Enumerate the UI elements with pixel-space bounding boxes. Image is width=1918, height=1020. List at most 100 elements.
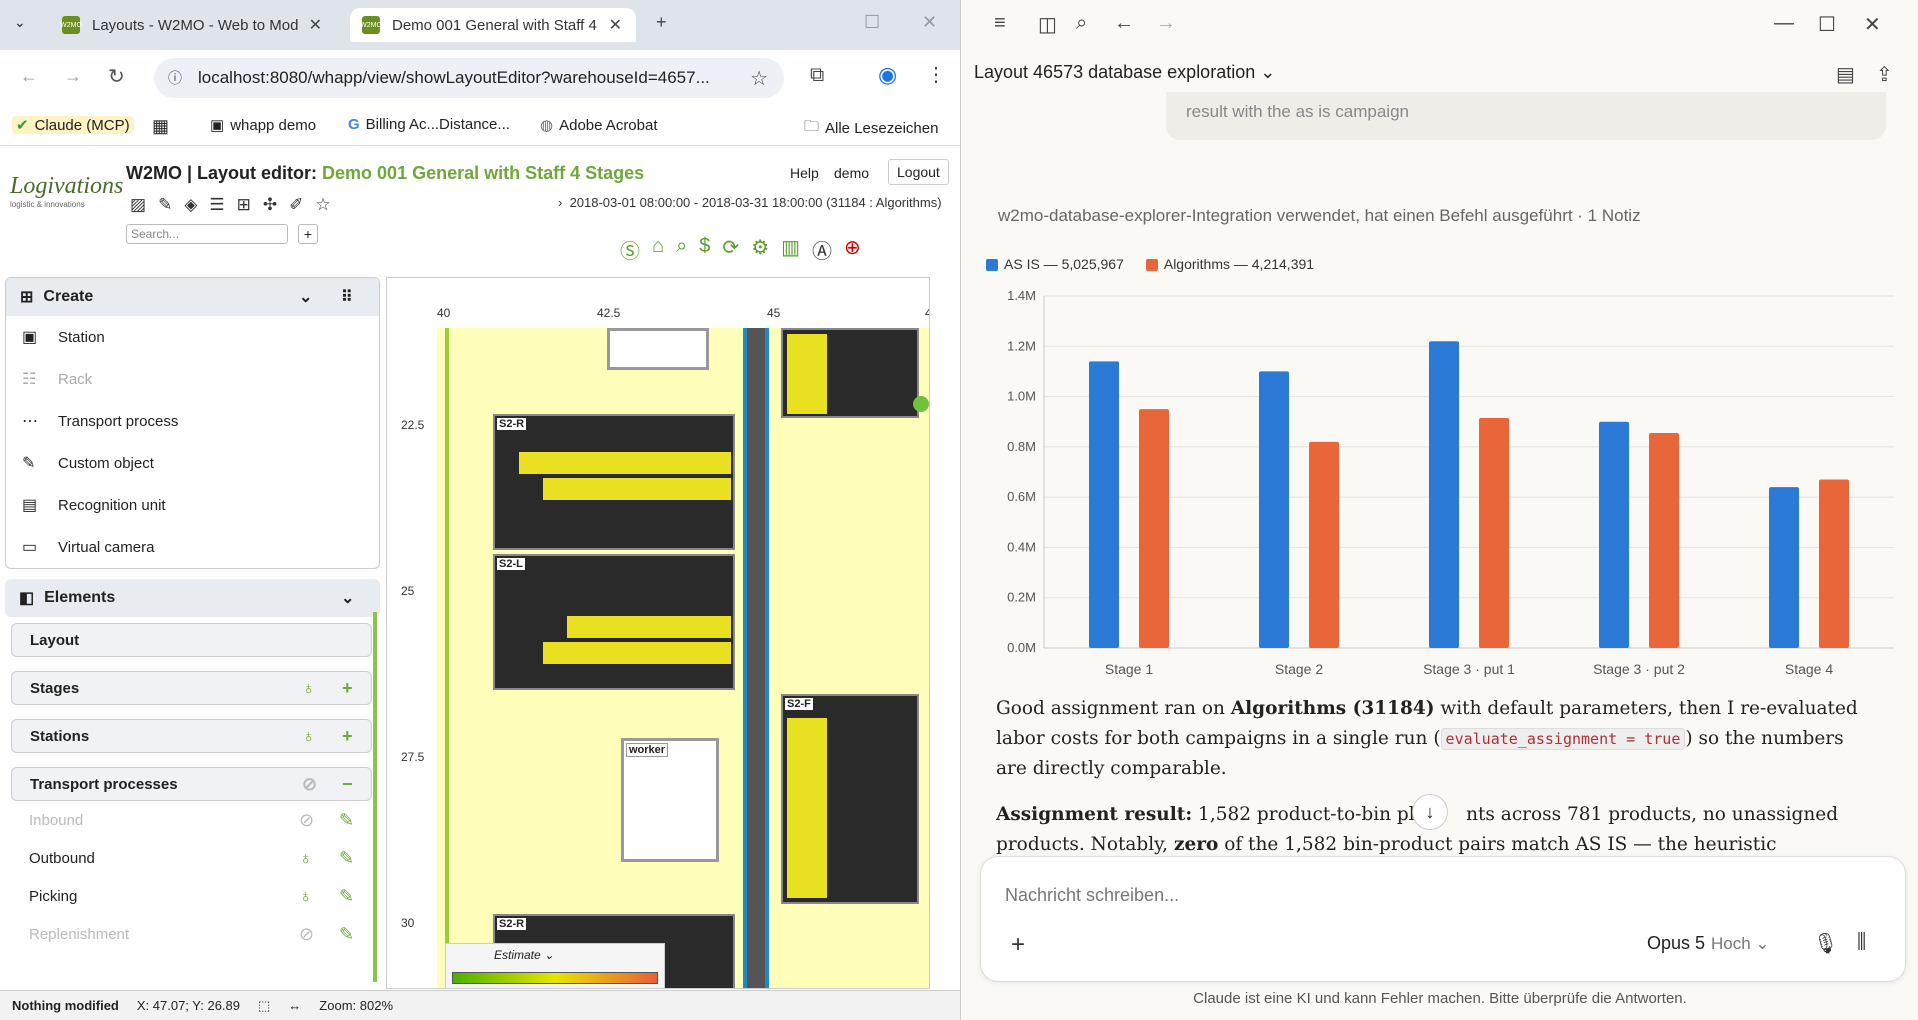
dollar-icon[interactable]: $ [699, 235, 710, 264]
share-icon[interactable]: ⇪ [1876, 62, 1893, 87]
bookmark-star-icon[interactable]: ☆ [750, 66, 768, 91]
picking-row[interactable]: Picking ♁ ✎ [5, 877, 380, 915]
conversation-title[interactable]: Layout 46573 database exploration ⌄ [974, 62, 1275, 83]
list-icon[interactable]: ☰ [209, 195, 224, 215]
worker-area[interactable]: worker [621, 738, 719, 862]
transport-processes-row[interactable]: Transport processes ⊘ − [11, 767, 372, 801]
voice-mode-icon[interactable]: ⫼ [1857, 931, 1866, 954]
profile-icon[interactable]: ◉ [878, 62, 897, 88]
apps-grid-icon[interactable]: ▦ [152, 116, 169, 137]
bulb-icon[interactable]: ♁ [299, 848, 313, 869]
rack-s2-f[interactable]: S2-F [781, 694, 919, 904]
close-icon[interactable]: ✕ [1864, 12, 1881, 37]
model-selector[interactable]: Opus 5 [1647, 933, 1705, 954]
minimize-icon[interactable]: — [1774, 12, 1794, 35]
uk-flag-icon[interactable]: ⊕ [844, 235, 861, 264]
pen-icon[interactable]: ✎ [158, 195, 172, 215]
help-link[interactable]: Help [790, 165, 819, 181]
add-icon[interactable]: + [298, 224, 318, 244]
search-icon[interactable]: ⌕ [1076, 12, 1087, 35]
close-window-icon[interactable]: ✕ [922, 12, 937, 33]
home-icon[interactable]: ⌂ [652, 235, 664, 264]
collapse-icon[interactable]: − [342, 774, 353, 795]
create-recognition-unit[interactable]: ▤ Recognition unit [6, 484, 379, 526]
back-icon[interactable]: ← [20, 66, 38, 87]
book-icon[interactable]: ▥ [781, 235, 800, 264]
rack-s2-r[interactable]: S2-R [493, 414, 735, 550]
bookmark-acrobat[interactable]: ◍ Adobe Acrobat [540, 116, 658, 135]
create-header[interactable]: ⊞ Create ⌄ ⠿ [6, 278, 379, 316]
estimate-legend[interactable]: Estimate ⌄ [445, 943, 665, 988]
layout-canvas[interactable]: 40 42.5 45 4 22.5 25 27.5 30 S2-R S2-L S… [386, 277, 930, 989]
tab-layouts[interactable]: W2MO Layouts - W2MO - Web to Mod ✕ [50, 8, 336, 42]
select-icon[interactable]: ⬚ [258, 998, 270, 1014]
edit-icon[interactable]: ✎ [339, 848, 354, 869]
conveyor[interactable] [743, 328, 769, 988]
bulb-off-icon[interactable]: ⊘ [299, 924, 314, 945]
bulb-icon[interactable]: ♁ [302, 726, 316, 747]
user-link[interactable]: demo [834, 165, 869, 181]
url-input[interactable]: ⓘ localhost:8080/whapp/view/showLayoutEd… [154, 58, 784, 98]
inbound-row[interactable]: Inbound ⊘ ✎ [5, 801, 380, 839]
effort-selector[interactable]: Hoch ⌄ [1711, 934, 1770, 954]
search-icon[interactable]: ⌕ [676, 235, 687, 264]
date-range[interactable]: › 2018-03-01 08:00:00 - 2018-03-31 18:00… [558, 195, 942, 210]
chevron-down-icon[interactable]: ⌄ [299, 287, 312, 307]
menu-icon[interactable]: ≡ [994, 12, 1006, 35]
measure-icon[interactable]: ↔ [288, 998, 301, 1013]
logout-button[interactable]: Logout [888, 159, 949, 185]
maximize-icon[interactable]: ☐ [1818, 12, 1836, 37]
create-transport-process[interactable]: ⋯ Transport process [6, 400, 379, 442]
forward-icon[interactable]: → [64, 66, 82, 87]
back-icon[interactable]: ← [1114, 12, 1134, 35]
stages-row[interactable]: Stages ♁ + [11, 671, 372, 705]
new-tab-icon[interactable]: + [656, 12, 667, 33]
plugin-icon[interactable]: ✣ [263, 195, 277, 215]
ai-icon[interactable]: Ⓐ [812, 235, 832, 264]
chevron-down-icon[interactable]: ⌄ [341, 588, 354, 608]
search-input[interactable]: Search... [126, 224, 288, 244]
white-area[interactable] [607, 328, 709, 370]
close-tab-icon[interactable]: ✕ [309, 15, 322, 35]
browser-menu-icon[interactable]: ⋮ [926, 62, 946, 87]
tab-demo[interactable]: W2MO Demo 001 General with Staff 4 ✕ [350, 8, 636, 42]
edit-icon[interactable]: ✎ [339, 924, 354, 945]
outbound-row[interactable]: Outbound ♁ ✎ [5, 839, 380, 877]
rack-s2-l[interactable]: S2-L [493, 554, 735, 690]
bookmark-whapp[interactable]: ▣ whapp demo [210, 116, 316, 135]
table-icon[interactable]: ⊞ [237, 195, 251, 215]
stations-row[interactable]: Stations ♁ + [11, 719, 372, 753]
replenishment-row[interactable]: Replenishment ⊘ ✎ [5, 915, 380, 953]
bookmark-billing[interactable]: G Billing Ac...Distance... [348, 116, 510, 133]
as-icon[interactable]: Ⓢ [620, 235, 640, 264]
add-icon[interactable]: + [342, 726, 353, 747]
bulb-icon[interactable]: ♁ [299, 886, 313, 907]
extensions-icon[interactable]: ⧉ [810, 64, 824, 87]
sidebar-icon[interactable]: ◫ [1038, 12, 1057, 37]
estimate-dropdown[interactable]: Estimate ⌄ [494, 948, 554, 962]
create-custom-object[interactable]: ✎ Custom object [6, 442, 379, 484]
settings-icon[interactable]: ⚙ [751, 235, 769, 264]
site-info-icon[interactable]: ⓘ [168, 68, 182, 88]
maximize-icon[interactable]: ☐ [864, 12, 880, 33]
star-icon[interactable]: ☆ [315, 195, 330, 215]
scroll-down-button[interactable]: ↓ [1412, 794, 1448, 830]
message-input[interactable]: Nachricht schreiben... [1005, 885, 1179, 906]
bulb-off-icon[interactable]: ⊘ [299, 810, 314, 831]
bulb-off-icon[interactable]: ⊘ [302, 774, 317, 795]
elements-header[interactable]: ◧ Elements ⌄ [5, 579, 380, 617]
zoom-slider-handle[interactable] [913, 396, 929, 412]
drag-handle-icon[interactable]: ⠿ [341, 287, 353, 307]
edit-icon[interactable]: ✎ [339, 810, 354, 831]
layout-row[interactable]: Layout [11, 623, 372, 657]
add-icon[interactable]: + [342, 678, 353, 699]
layers-icon[interactable]: ◈ [184, 195, 197, 215]
rack-top-right[interactable] [781, 328, 919, 418]
bookmark-all[interactable]: 🗀 Alle Lesezeichen [804, 116, 938, 141]
microphone-icon[interactable]: 🎙 [1813, 931, 1838, 956]
edit-icon[interactable]: ✐ [289, 195, 303, 215]
document-icon[interactable]: ▤ [1836, 62, 1855, 87]
message-composer[interactable]: Nachricht schreiben... + Opus 5 Hoch ⌄ 🎙… [980, 856, 1906, 982]
create-virtual-camera[interactable]: ▭ Virtual camera [6, 526, 379, 568]
create-station[interactable]: ▣ Station [6, 316, 379, 358]
